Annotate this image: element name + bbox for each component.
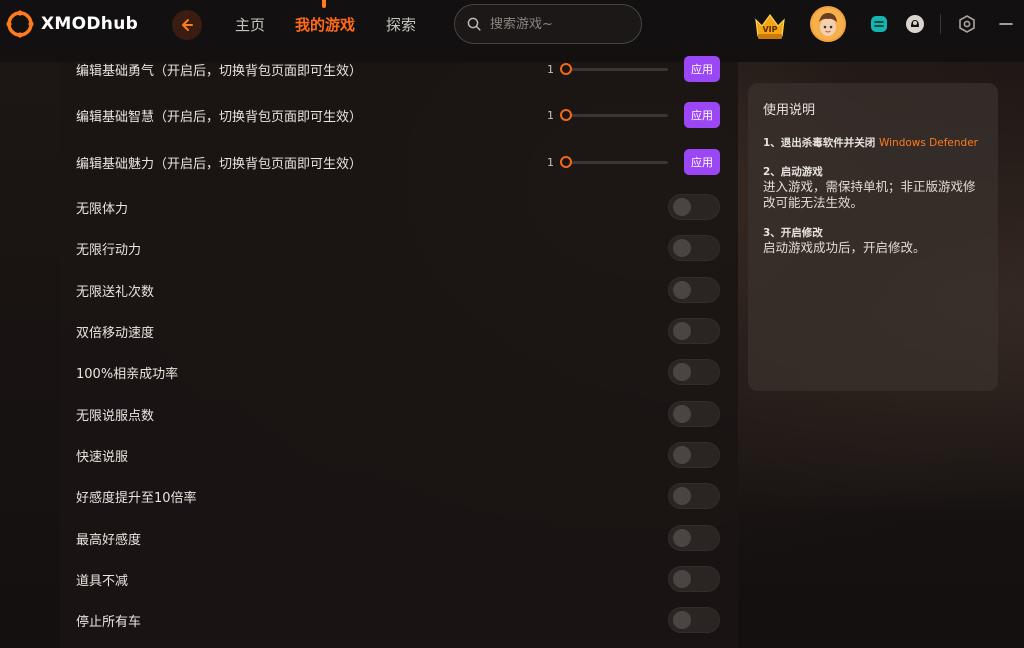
toggle-switch[interactable]	[668, 235, 720, 261]
toggle-knob	[673, 198, 691, 216]
nav-home[interactable]: 主页	[235, 14, 265, 35]
toggle-row: 无限送礼次数	[76, 275, 722, 305]
slider-row: 编辑基础勇气（开启后，切换背包页面即可生效） 1 应用	[76, 54, 722, 84]
support-icon[interactable]	[905, 14, 925, 34]
instructions-panel: 使用说明 1、退出杀毒软件并关闭 Windows Defender 2、启动游戏…	[748, 83, 998, 391]
toggle-label: 好感度提升至10倍率	[76, 490, 197, 506]
toggle-switch[interactable]	[668, 359, 720, 385]
toggle-label: 快速说服	[76, 449, 129, 465]
slider-handle[interactable]	[560, 109, 572, 121]
toggle-knob	[673, 570, 691, 588]
toggle-knob	[673, 611, 691, 629]
toggle-row: 100%相亲成功率	[76, 357, 722, 387]
top-bar: XMODhub 主页 我的游戏 探索 VIP	[0, 0, 1024, 48]
toggle-switch[interactable]	[668, 277, 720, 303]
slider-value: 1	[547, 108, 554, 122]
app-logo[interactable]: XMODhub	[6, 10, 138, 38]
search-icon	[467, 17, 481, 31]
toggle-row: 双倍移动速度	[76, 316, 722, 346]
toggle-switch[interactable]	[668, 607, 720, 633]
toggle-row: 无限行动力	[76, 233, 722, 263]
instructions-title: 使用说明	[763, 103, 816, 118]
toggle-label: 最高好感度	[76, 532, 142, 548]
coin-icon[interactable]	[869, 14, 889, 34]
toggle-switch[interactable]	[668, 442, 720, 468]
slider-row: 编辑基础魅力（开启后，切换背包页面即可生效） 1 应用	[76, 147, 722, 177]
toggle-label: 无限送礼次数	[76, 284, 155, 300]
toggle-row: 好感度提升至10倍率	[76, 481, 722, 511]
vip-crown-icon: VIP	[755, 13, 785, 39]
slider-label: 编辑基础勇气（开启后，切换背包页面即可生效）	[76, 63, 363, 79]
toggle-switch[interactable]	[668, 483, 720, 509]
toggle-label: 无限行动力	[76, 242, 142, 258]
toggle-switch[interactable]	[668, 318, 720, 344]
instruction-step: 2、启动游戏 进入游戏，需保持单机；非正版游戏修改可能无法生效。	[763, 165, 983, 211]
arrow-left-icon	[182, 19, 193, 31]
slider-track[interactable]	[562, 113, 668, 117]
vip-badge[interactable]: VIP	[752, 10, 788, 42]
step-title: 3、开启修改	[763, 227, 823, 239]
avatar-image	[812, 8, 844, 40]
minimize-icon[interactable]	[996, 14, 1016, 34]
nav-explore[interactable]: 探索	[386, 14, 416, 35]
step-title-text: 1、退出杀毒软件并关闭	[763, 137, 876, 149]
nav-my-games[interactable]: 我的游戏	[295, 14, 355, 35]
cheat-options-panel: 编辑基础勇气（开启后，切换背包页面即可生效） 1 应用 编辑基础智慧（开启后，切…	[60, 56, 738, 648]
xmod-logo-icon	[6, 10, 34, 38]
toggle-switch[interactable]	[668, 525, 720, 551]
toggle-knob	[673, 322, 691, 340]
toggle-label: 双倍移动速度	[76, 325, 155, 341]
toggle-knob	[673, 281, 691, 299]
toggle-label: 道具不减	[76, 573, 129, 589]
toggle-row: 无限体力	[76, 192, 722, 222]
settings-icon[interactable]	[957, 14, 977, 34]
slider-label: 编辑基础智慧（开启后，切换背包页面即可生效）	[76, 109, 363, 125]
toggle-knob	[673, 487, 691, 505]
slider-row: 编辑基础智慧（开启后，切换背包页面即可生效） 1 应用	[76, 100, 722, 130]
toggle-knob	[673, 529, 691, 547]
instruction-step: 1、退出杀毒软件并关闭 Windows Defender	[763, 136, 983, 150]
toggle-row: 道具不减	[76, 564, 722, 594]
toggle-switch[interactable]	[668, 566, 720, 592]
slider-handle[interactable]	[560, 63, 572, 75]
search-box[interactable]	[454, 4, 642, 44]
back-button[interactable]	[172, 10, 202, 40]
slider-value: 1	[547, 155, 554, 169]
app-name: XMODhub	[41, 14, 139, 34]
user-avatar[interactable]	[810, 6, 846, 42]
toggle-switch[interactable]	[668, 194, 720, 220]
toggle-label: 无限体力	[76, 201, 129, 217]
toggle-row: 无限说服点数	[76, 399, 722, 429]
active-nav-indicator	[322, 0, 326, 8]
slider-handle[interactable]	[560, 156, 572, 168]
apply-button[interactable]: 应用	[684, 149, 720, 175]
toggle-knob	[673, 363, 691, 381]
step-title: 1、退出杀毒软件并关闭 Windows Defender	[763, 136, 983, 150]
instruction-step: 3、开启修改 启动游戏成功后，开启修改。	[763, 226, 983, 256]
slider-track[interactable]	[562, 67, 668, 71]
apply-button[interactable]: 应用	[684, 102, 720, 128]
slider-label: 编辑基础魅力（开启后，切换背包页面即可生效）	[76, 156, 363, 172]
toggle-label: 无限说服点数	[76, 408, 155, 424]
slider-value: 1	[547, 62, 554, 76]
toggle-knob	[673, 446, 691, 464]
step-highlight: Windows Defender	[878, 137, 978, 149]
step-title: 2、启动游戏	[763, 166, 823, 178]
step-body: 进入游戏，需保持单机；非正版游戏修改可能无法生效。	[763, 179, 976, 210]
toggle-switch[interactable]	[668, 401, 720, 427]
toggle-row: 快速说服	[76, 440, 722, 470]
search-input[interactable]	[490, 16, 630, 32]
toggle-row: 最高好感度	[76, 523, 722, 553]
toggle-row: 停止所有车	[76, 605, 722, 635]
apply-button[interactable]: 应用	[684, 56, 720, 82]
toolbar-divider	[940, 14, 941, 34]
toggle-knob	[673, 239, 691, 257]
toggle-label: 停止所有车	[76, 614, 142, 630]
toggle-knob	[673, 405, 691, 423]
slider-track[interactable]	[562, 160, 668, 164]
step-body: 启动游戏成功后，开启修改。	[763, 240, 926, 255]
toggle-label: 100%相亲成功率	[76, 366, 179, 382]
svg-text:VIP: VIP	[762, 25, 777, 34]
